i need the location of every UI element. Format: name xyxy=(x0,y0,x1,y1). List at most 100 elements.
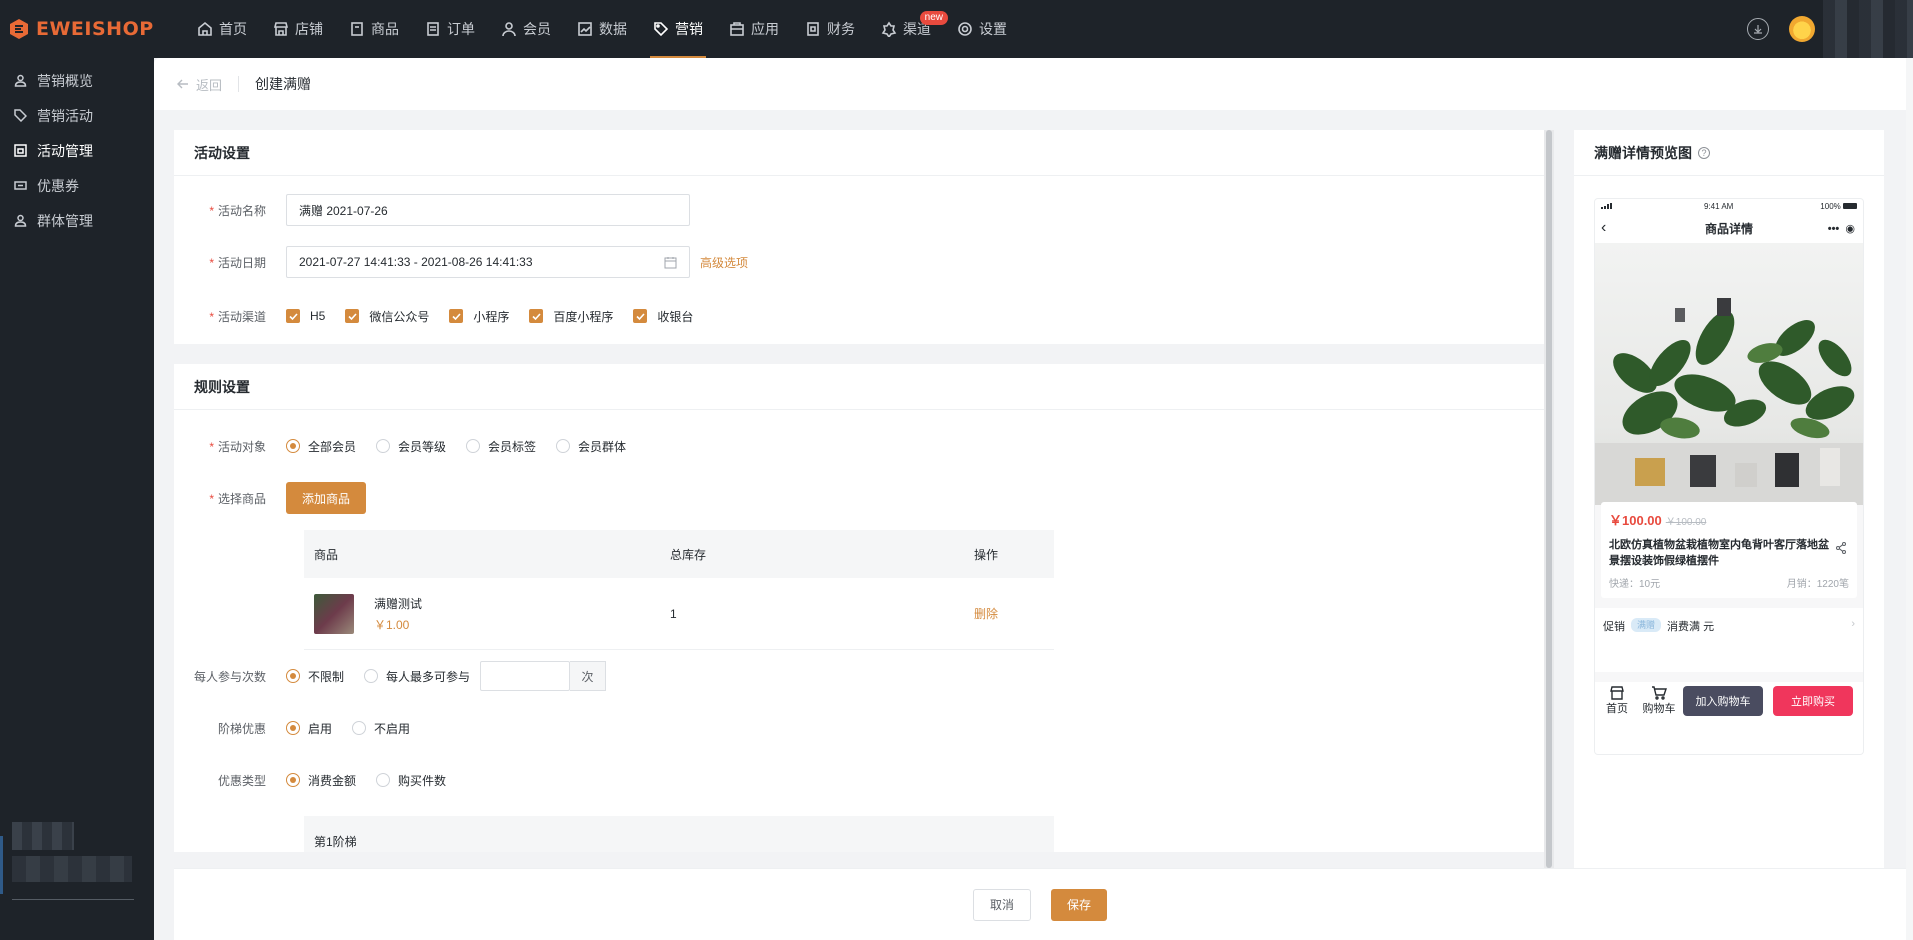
calendar-grid-icon xyxy=(14,144,27,157)
home-icon xyxy=(198,21,212,36)
product-image xyxy=(1595,243,1863,505)
phone-cart-button[interactable]: 购物车 xyxy=(1639,686,1679,716)
top-nav-bar: EWEISHOP 首页 店铺 商品 订单 会员 数据 营销 应用 财务 渠道 n… xyxy=(0,0,1913,58)
nav-apps[interactable]: 应用 xyxy=(716,0,792,58)
form-scrollbar-thumb[interactable] xyxy=(1546,130,1552,868)
avatar[interactable] xyxy=(1789,16,1815,42)
channel-checkbox-miniprogram[interactable]: 小程序 xyxy=(449,308,509,325)
radio-member-tag[interactable]: 会员标签 xyxy=(466,438,536,455)
section-title: 活动设置 xyxy=(174,130,1544,176)
nav-label: 会员 xyxy=(523,21,551,37)
calendar-icon xyxy=(664,256,677,268)
radio-all-members[interactable]: 全部会员 xyxy=(286,438,356,455)
nav-label: 数据 xyxy=(599,21,627,37)
sidebar-item-coupons[interactable]: 优惠券 xyxy=(0,168,154,203)
name-row: * 活动名称 满赠 2021-07-26 xyxy=(174,184,1544,236)
main-nav: 首页 店铺 商品 订单 会员 数据 营销 应用 财务 渠道 new 设置 xyxy=(184,0,1020,58)
nav-marketing[interactable]: 营销 xyxy=(640,0,716,58)
promo-label: 促销 xyxy=(1603,621,1625,633)
product-info: ￥100.00 ￥100.00 北欧仿真植物盆栽植物室内龟背叶客厅落地盆景摆设装饰… xyxy=(1601,502,1857,598)
add-goods-button[interactable]: 添加商品 xyxy=(286,482,367,514)
goods-row: * 选择商品 添加商品 xyxy=(174,472,1544,524)
cancel-button[interactable]: 取消 xyxy=(972,888,1031,921)
delete-link[interactable]: 删除 xyxy=(974,605,1054,622)
nav-member[interactable]: 会员 xyxy=(488,0,564,58)
goods-icon xyxy=(351,22,363,36)
top-right-tools xyxy=(1747,0,1913,58)
divider xyxy=(12,899,134,900)
radio-icon xyxy=(364,669,379,683)
download-icon[interactable] xyxy=(1747,18,1769,40)
sidebar-edge-accent xyxy=(0,836,3,894)
channel-checkbox-cashier[interactable]: 收银台 xyxy=(633,308,693,325)
app-icon xyxy=(730,22,744,36)
page-scrollbar[interactable] xyxy=(1906,58,1913,940)
radio-quantity[interactable]: 购买件数 xyxy=(376,772,446,789)
nav-finance[interactable]: 财务 xyxy=(792,0,868,58)
save-button[interactable]: 保存 xyxy=(1051,888,1108,921)
nav-label: 订单 xyxy=(447,21,475,37)
field-label: 阶梯优惠 xyxy=(217,721,266,736)
field-label: * 活动日期 xyxy=(209,255,266,270)
phone-mockup: 9:41 AM 100% ‹ 商品详情 ••• ◉ ￥100.00 ￥100.0… xyxy=(1594,198,1864,755)
add-to-cart-button[interactable]: 加入购物车 xyxy=(1683,686,1763,716)
form-area: 活动设置 * 活动名称 满赠 2021-07-26 * 活动日期 2021-07-2… xyxy=(174,130,1544,868)
logo[interactable]: EWEISHOP xyxy=(0,18,154,40)
buy-now-button[interactable]: 立即购买 xyxy=(1773,686,1853,716)
back-button[interactable]: 返回 xyxy=(176,75,222,94)
share-icon[interactable] xyxy=(1835,542,1847,557)
nav-home[interactable]: 首页 xyxy=(184,0,260,58)
nav-order[interactable]: 订单 xyxy=(412,0,488,58)
capsule-menu-icon[interactable]: ••• ◉ xyxy=(1828,222,1855,235)
chevron-left-icon[interactable]: ‹ xyxy=(1601,219,1606,237)
column-header: 操作 xyxy=(974,547,999,562)
tag-icon xyxy=(14,109,27,122)
blurred-account-name xyxy=(12,822,74,850)
page-title: 创建满赠 xyxy=(255,76,312,92)
user-info-blurred[interactable] xyxy=(1823,0,1913,58)
field-label: * 活动对象 xyxy=(209,439,266,454)
checkbox-checked-icon xyxy=(345,309,360,323)
cart-icon xyxy=(1652,686,1667,700)
max-times-input[interactable] xyxy=(480,661,571,691)
tier-header: 第1阶梯 xyxy=(304,816,1054,852)
nav-channel[interactable]: 渠道 new xyxy=(868,0,948,58)
nav-goods[interactable]: 商品 xyxy=(336,0,412,58)
help-icon[interactable]: ? xyxy=(1698,146,1710,159)
radio-member-group[interactable]: 会员群体 xyxy=(556,438,626,455)
price-old: ￥100.00 xyxy=(1665,517,1707,528)
promo-text: 消费满 元 xyxy=(1667,621,1715,633)
channel-checkbox-h5[interactable]: H5 xyxy=(286,309,325,323)
activity-date-picker[interactable]: 2021-07-27 14:41:33 - 2021-08-26 14:41:3… xyxy=(286,246,690,278)
sidebar-item-groups[interactable]: 群体管理 xyxy=(0,203,154,238)
divider xyxy=(238,76,240,92)
radio-amount[interactable]: 消费金额 xyxy=(286,772,356,789)
field-label: * 选择商品 xyxy=(209,491,266,506)
channel-row: * 活动渠道 H5 微信公众号 小程序 百度小程序 收银台 xyxy=(174,288,1544,344)
advanced-options-link[interactable]: 高级选项 xyxy=(700,254,748,271)
nav-data[interactable]: 数据 xyxy=(564,0,640,58)
activity-name-input[interactable]: 满赠 2021-07-26 xyxy=(286,194,690,226)
radio-selected-icon xyxy=(286,721,300,735)
sidebar-item-overview[interactable]: 营销概览 xyxy=(0,63,154,98)
promo-row[interactable]: 促销 满赠 消费满 元 › xyxy=(1595,608,1863,672)
radio-unlimited[interactable]: 不限制 xyxy=(286,668,344,685)
radio-ladder-enable[interactable]: 启用 xyxy=(286,720,332,737)
nav-settings[interactable]: 设置 xyxy=(944,0,1020,58)
radio-max-times[interactable]: 每人最多可参与 xyxy=(364,668,470,685)
back-label: 返回 xyxy=(196,77,223,93)
phone-bottom-bar: 首页 购物车 加入购物车 立即购买 xyxy=(1595,682,1863,754)
channel-checkbox-baidu[interactable]: 百度小程序 xyxy=(529,308,613,325)
sidebar-item-activity-management[interactable]: 活动管理 xyxy=(0,133,154,168)
channel-checkbox-wechat[interactable]: 微信公众号 xyxy=(345,308,429,325)
radio-ladder-disable[interactable]: 不启用 xyxy=(352,720,410,737)
battery-icon xyxy=(1843,203,1857,210)
sidebar-item-campaigns[interactable]: 营销活动 xyxy=(0,98,154,133)
nav-label: 设置 xyxy=(979,21,1007,37)
sidebar-item-label: 营销概览 xyxy=(37,72,93,89)
order-icon xyxy=(427,22,439,36)
phone-home-button[interactable]: 首页 xyxy=(1597,686,1637,716)
radio-member-level[interactable]: 会员等级 xyxy=(376,438,446,455)
shipping-fee: 快递：10元 xyxy=(1609,579,1661,590)
nav-store[interactable]: 店铺 xyxy=(260,0,336,58)
